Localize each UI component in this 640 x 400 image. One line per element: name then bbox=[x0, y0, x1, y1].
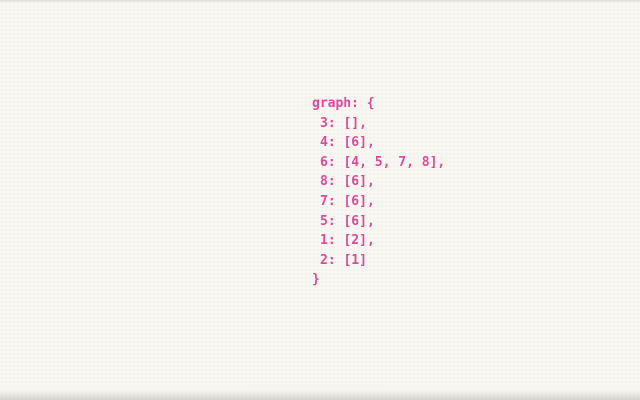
window-bottom-edge bbox=[0, 390, 640, 400]
graph-entry-2: 2: [1] bbox=[320, 252, 367, 268]
graph-entry-6: 6: [4, 5, 7, 8], bbox=[320, 154, 446, 170]
graph-entry-1: 1: [2], bbox=[320, 233, 375, 249]
graph-close-line: } bbox=[312, 272, 320, 288]
graph-entry-8: 8: [6], bbox=[320, 174, 375, 190]
graph-entry-4: 4: [6], bbox=[320, 135, 375, 151]
graph-entry-5: 5: [6], bbox=[320, 213, 375, 229]
graph-entry-7: 7: [6], bbox=[320, 193, 375, 209]
graph-entry-3: 3: [], bbox=[320, 115, 367, 131]
window-top-edge bbox=[0, 0, 640, 3]
graph-code-block: graph: { 3: [], 4: [6], 6: [4, 5, 7, 8],… bbox=[312, 94, 445, 290]
graph-open-line: graph: { bbox=[312, 96, 375, 111]
